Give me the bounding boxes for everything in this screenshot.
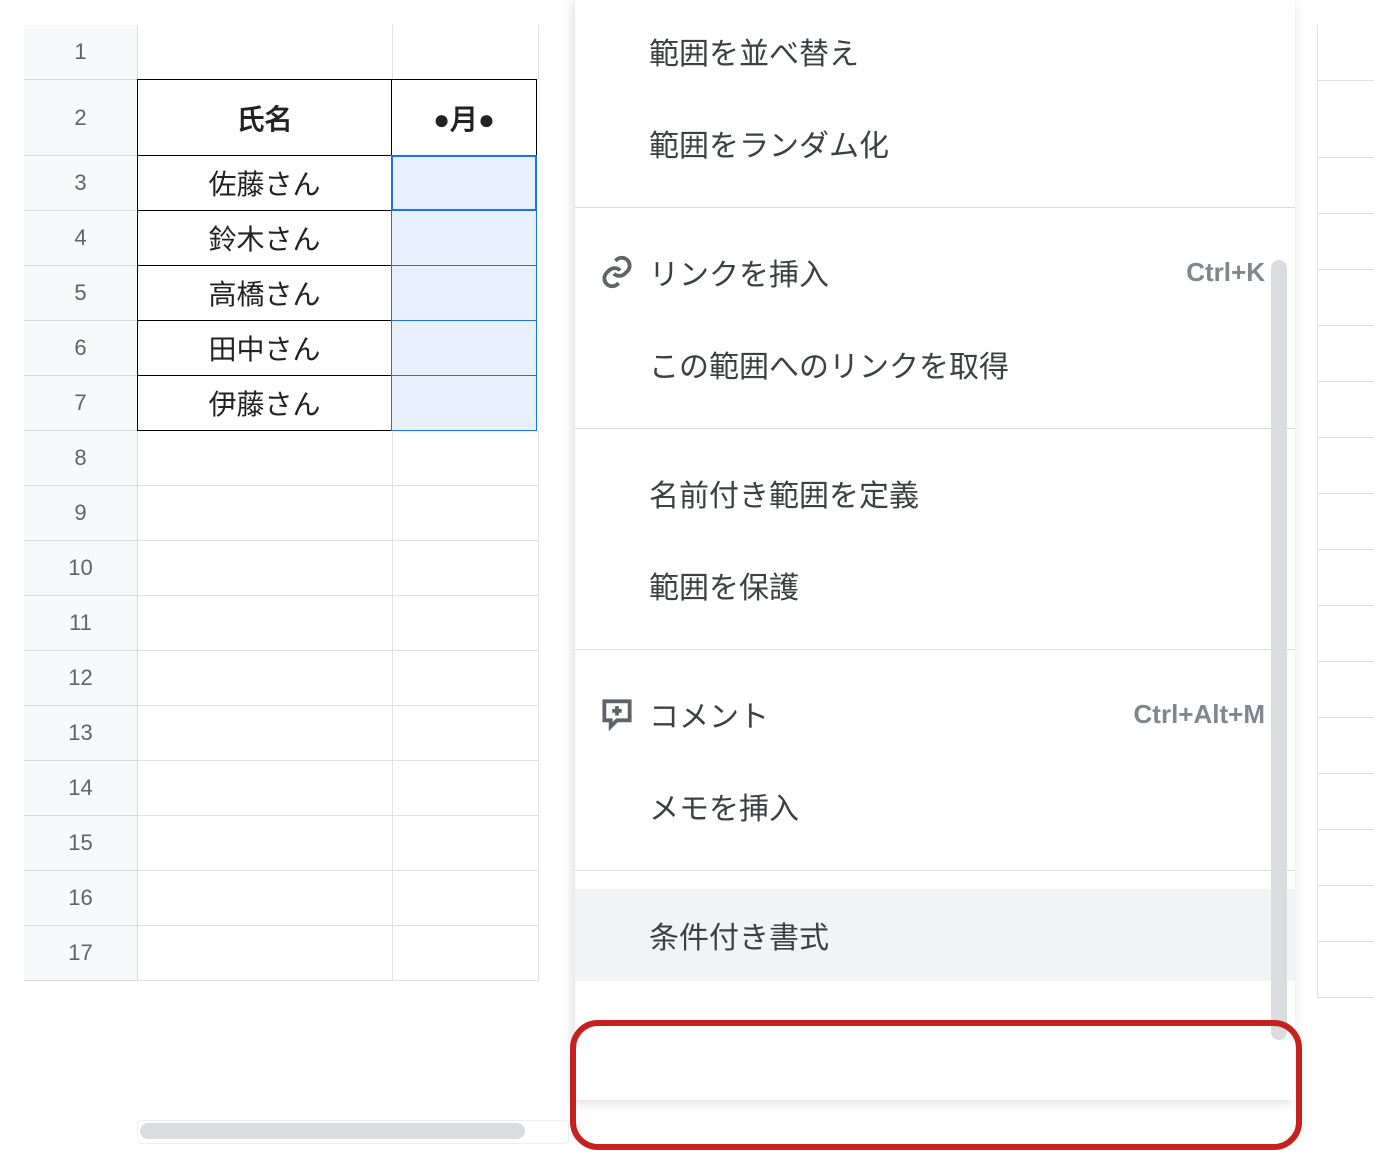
cell[interactable]	[138, 871, 393, 926]
menu-item-label: 範囲を保護	[649, 563, 799, 607]
cell-name[interactable]: 佐藤さん	[137, 155, 392, 211]
table-header-month[interactable]: ●月●	[391, 79, 537, 156]
cell-name[interactable]: 田中さん	[137, 320, 392, 376]
cell[interactable]	[393, 651, 539, 706]
menu-shortcut: Ctrl+K	[1186, 257, 1265, 288]
row-header[interactable]: 4	[24, 211, 138, 266]
cell[interactable]	[138, 706, 393, 761]
row-header[interactable]: 14	[24, 761, 138, 816]
cell[interactable]	[138, 761, 393, 816]
menu-item-label: リンクを挿入	[649, 250, 829, 294]
cell-name[interactable]: 伊藤さん	[137, 375, 392, 431]
cell[interactable]	[138, 596, 393, 651]
cell[interactable]	[138, 431, 393, 486]
cell[interactable]	[138, 816, 393, 871]
right-gutter	[1317, 25, 1374, 1158]
menu-item-label: 範囲を並べ替え	[649, 29, 859, 73]
menu-item-get-range-link[interactable]: この範囲へのリンクを取得	[575, 318, 1295, 410]
cell[interactable]	[138, 25, 393, 80]
cell[interactable]	[393, 816, 539, 871]
cell[interactable]	[393, 596, 539, 651]
menu-item-protect-range[interactable]: 範囲を保護	[575, 539, 1295, 631]
cell[interactable]	[138, 651, 393, 706]
menu-item-insert-link[interactable]: リンクを挿入 Ctrl+K	[575, 226, 1295, 318]
menu-item-randomize-range[interactable]: 範囲をランダム化	[575, 97, 1295, 189]
cell[interactable]	[393, 926, 539, 981]
menu-separator	[575, 870, 1295, 871]
cell[interactable]	[138, 486, 393, 541]
cell-name[interactable]: 高橋さん	[137, 265, 392, 321]
row-header[interactable]: 13	[24, 706, 138, 761]
menu-item-label: 範囲をランダム化	[649, 121, 889, 165]
menu-separator	[575, 428, 1295, 429]
link-icon	[597, 252, 637, 292]
cell-selected[interactable]	[391, 265, 537, 321]
menu-item-label: コメント	[649, 692, 769, 736]
cell-selected[interactable]	[391, 320, 537, 376]
row-header[interactable]: 7	[24, 376, 138, 431]
menu-item-define-named-range[interactable]: 名前付き範囲を定義	[575, 447, 1295, 539]
menu-item-label: 名前付き範囲を定義	[649, 471, 919, 515]
cell[interactable]	[393, 761, 539, 816]
cell[interactable]	[393, 706, 539, 761]
menu-item-comment[interactable]: コメント Ctrl+Alt+M	[575, 668, 1295, 760]
cell[interactable]	[393, 25, 539, 80]
menu-separator	[575, 207, 1295, 208]
row-header[interactable]: 1	[24, 25, 138, 80]
menu-shortcut: Ctrl+Alt+M	[1134, 699, 1265, 730]
horizontal-scrollbar[interactable]	[137, 1120, 569, 1144]
row-header[interactable]: 16	[24, 871, 138, 926]
row-header[interactable]: 15	[24, 816, 138, 871]
menu-item-insert-note[interactable]: メモを挿入	[575, 760, 1295, 852]
row-header[interactable]: 12	[24, 651, 138, 706]
row-header[interactable]: 5	[24, 266, 138, 321]
scrollbar-thumb[interactable]	[140, 1123, 525, 1139]
context-menu: 範囲を並べ替え 範囲をランダム化 リンクを挿入 Ctrl+K この範囲へのリンク…	[575, 0, 1295, 1100]
cell-name[interactable]: 鈴木さん	[137, 210, 392, 266]
menu-item-sort-range[interactable]: 範囲を並べ替え	[575, 5, 1295, 97]
menu-item-label: 条件付き書式	[649, 913, 829, 957]
cell[interactable]	[393, 871, 539, 926]
menu-vertical-scrollbar[interactable]	[1271, 260, 1287, 1040]
spreadsheet-grid: 1 2 氏名 ●月● 3 佐藤さん 4 鈴木さん 5 高橋さん 6 田中さ	[24, 25, 539, 981]
cell-selected[interactable]	[391, 155, 537, 211]
row-header[interactable]: 17	[24, 926, 138, 981]
cell[interactable]	[393, 541, 539, 596]
comment-icon	[597, 694, 637, 734]
row-header[interactable]: 11	[24, 596, 138, 651]
cell-selected[interactable]	[391, 375, 537, 431]
row-header[interactable]: 2	[24, 80, 138, 156]
row-header[interactable]: 6	[24, 321, 138, 376]
cell[interactable]	[393, 486, 539, 541]
cell[interactable]	[138, 926, 393, 981]
cell-selected[interactable]	[391, 210, 537, 266]
row-header[interactable]: 3	[24, 156, 138, 211]
row-header[interactable]: 9	[24, 486, 138, 541]
table-header-name[interactable]: 氏名	[137, 79, 392, 156]
row-header[interactable]: 8	[24, 431, 138, 486]
menu-item-label: メモを挿入	[649, 784, 799, 828]
scrollbar-thumb[interactable]	[1271, 260, 1287, 1040]
row-header[interactable]: 10	[24, 541, 138, 596]
cell[interactable]	[138, 541, 393, 596]
menu-separator	[575, 649, 1295, 650]
menu-item-label: この範囲へのリンクを取得	[649, 342, 1009, 386]
cell[interactable]	[393, 431, 539, 486]
menu-item-conditional-formatting[interactable]: 条件付き書式	[575, 889, 1295, 981]
